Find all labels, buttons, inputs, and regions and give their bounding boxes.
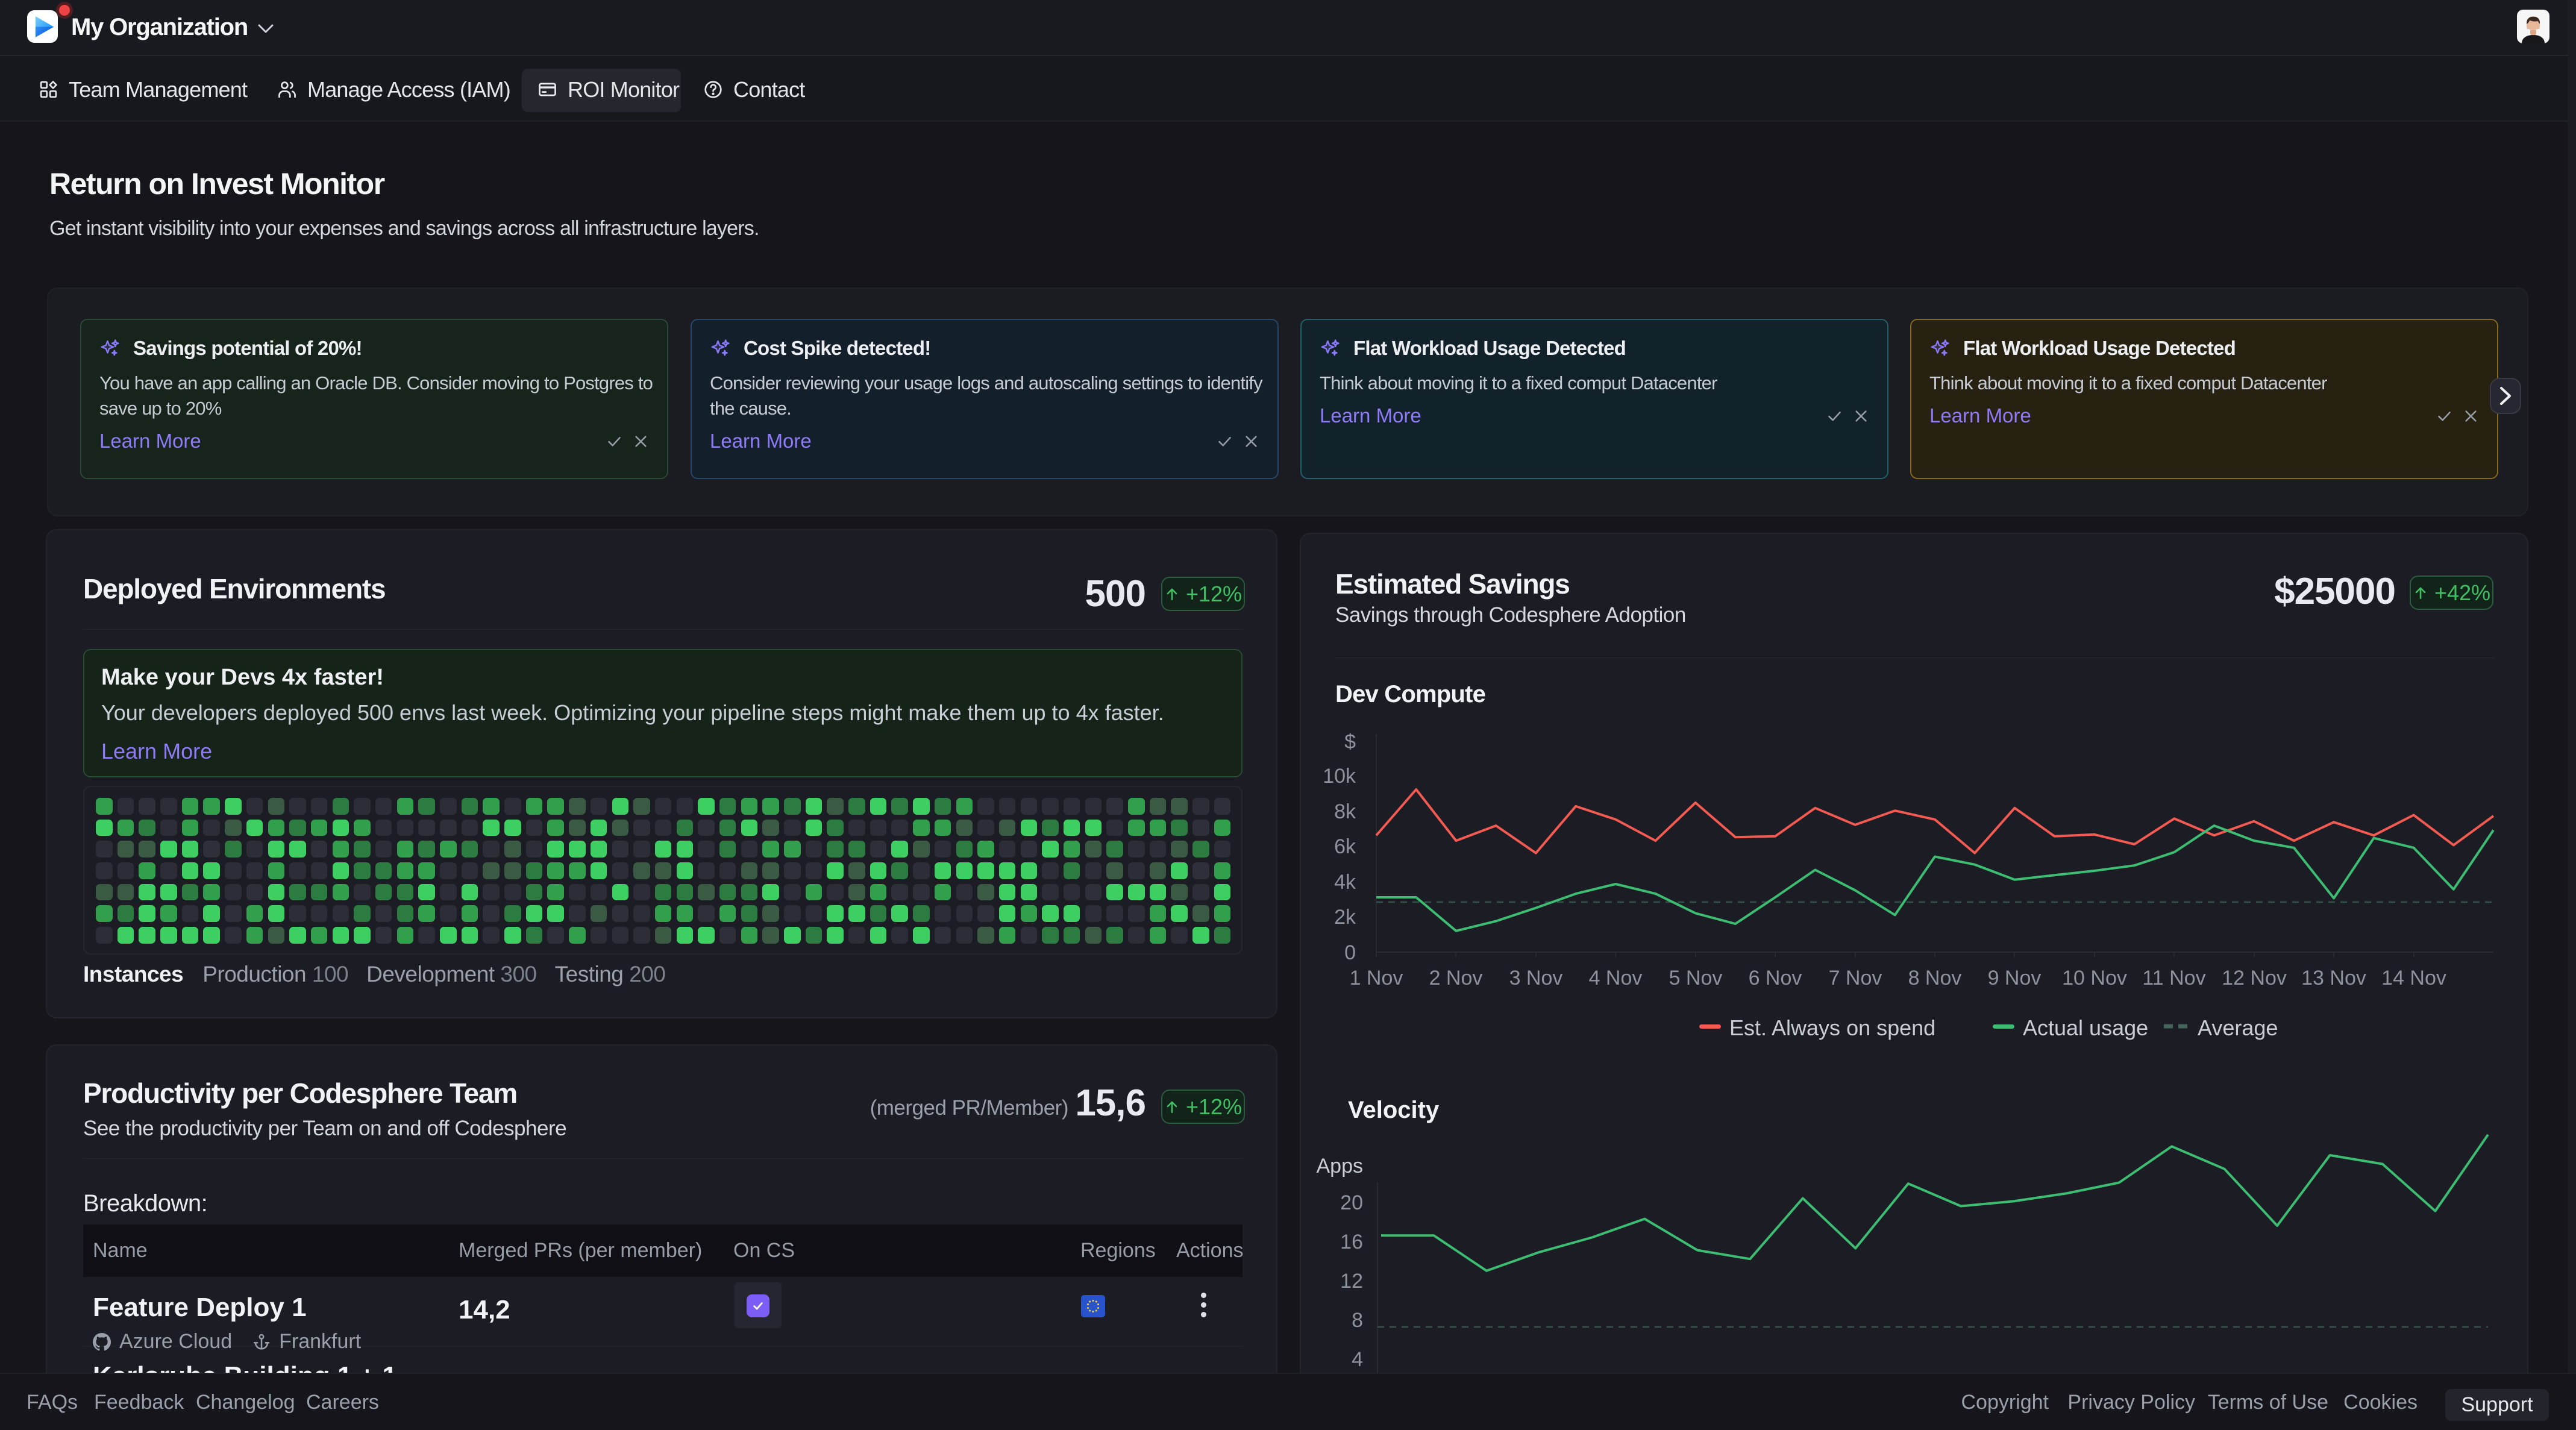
svg-text:13 Nov: 13 Nov (2301, 967, 2366, 989)
svg-text:4: 4 (1352, 1348, 1363, 1371)
svg-text:14 Nov: 14 Nov (2381, 967, 2446, 989)
svg-text:Est. Always on spend: Est. Always on spend (1729, 1015, 1935, 1040)
svg-text:Velocity: Velocity (1348, 1097, 1440, 1123)
svg-text:5 Nov: 5 Nov (1669, 967, 1723, 989)
svg-text:6 Nov: 6 Nov (1749, 967, 1802, 989)
svg-text:8k: 8k (1334, 800, 1356, 823)
svg-text:Average: Average (2198, 1015, 2278, 1040)
svg-text:12: 12 (1340, 1270, 1363, 1293)
svg-text:4k: 4k (1334, 871, 1356, 894)
svg-text:2k: 2k (1334, 906, 1356, 929)
svg-text:7 Nov: 7 Nov (1829, 967, 1882, 989)
svg-text:20: 20 (1340, 1191, 1363, 1214)
svg-text:16: 16 (1340, 1231, 1363, 1253)
svg-text:0: 0 (1344, 941, 1356, 964)
svg-text:9 Nov: 9 Nov (1988, 967, 2042, 989)
svg-text:8: 8 (1352, 1309, 1363, 1332)
svg-text:4 Nov: 4 Nov (1589, 967, 1643, 989)
svg-text:1 Nov: 1 Nov (1350, 967, 1403, 989)
svg-text:8 Nov: 8 Nov (1908, 967, 1962, 989)
svg-text:$: $ (1344, 730, 1356, 753)
svg-text:11 Nov: 11 Nov (2142, 967, 2205, 989)
svg-text:Apps: Apps (1317, 1155, 1364, 1178)
svg-text:3 Nov: 3 Nov (1509, 967, 1563, 989)
svg-text:12 Nov: 12 Nov (2222, 967, 2287, 989)
svg-text:10 Nov: 10 Nov (2062, 967, 2127, 989)
svg-text:Actual usage: Actual usage (2023, 1015, 2148, 1040)
svg-text:2 Nov: 2 Nov (1429, 967, 1483, 989)
svg-text:6k: 6k (1334, 835, 1356, 858)
svg-text:10k: 10k (1323, 765, 1356, 788)
